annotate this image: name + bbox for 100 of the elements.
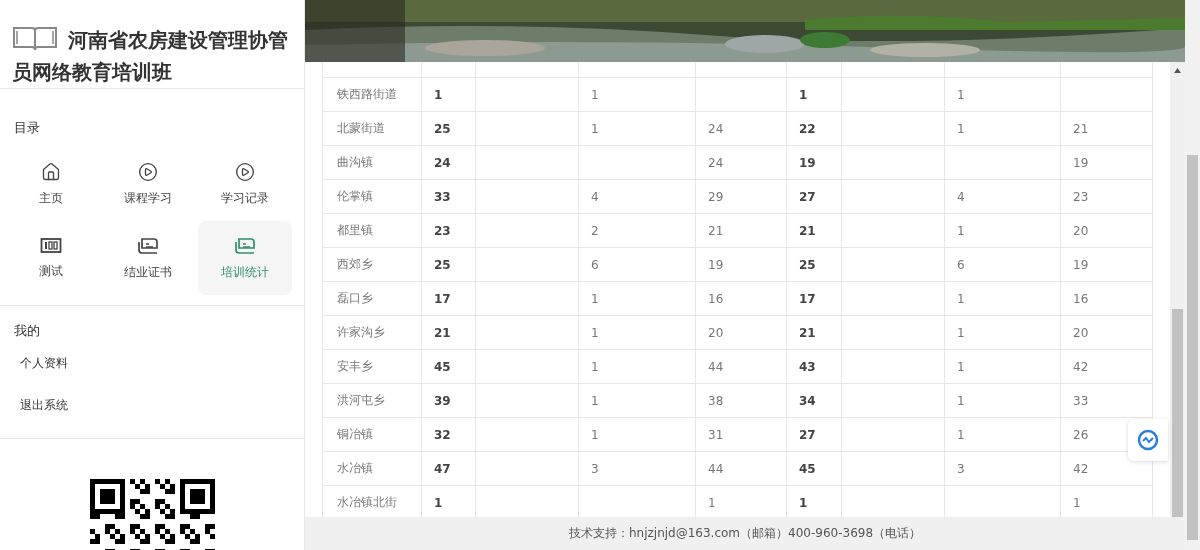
cards-icon (136, 235, 160, 256)
table-cell: 42 (1060, 349, 1153, 384)
assistant-button[interactable] (1128, 419, 1168, 461)
table-cell: 铜冶镇 (322, 417, 422, 452)
table-cell: 44 (695, 349, 787, 384)
table-cell: 24 (695, 111, 787, 146)
table-cell: 1 (578, 315, 696, 350)
section-heading: 目录 (13, 119, 41, 137)
play-icon (138, 161, 158, 182)
table-cell: 水冶镇 (322, 451, 422, 486)
book-icon (12, 24, 58, 52)
table-cell: 曲沟镇 (322, 145, 422, 180)
table-cell: 磊口乡 (322, 281, 422, 316)
table-cell: 19 (695, 247, 787, 282)
table-cell: 33 (1060, 383, 1153, 418)
table-cell: 北蒙街道 (322, 111, 422, 146)
table-cell: 1 (578, 77, 696, 112)
cards-icon (233, 235, 257, 256)
assistant-icon (1137, 429, 1159, 451)
table-cell: 1 (421, 77, 476, 112)
table-cell: 29 (695, 179, 787, 214)
table-cell: 27 (786, 179, 842, 214)
table-cell: 1 (944, 349, 1061, 384)
table-cell: 23 (1060, 179, 1153, 214)
nav-item[interactable]: 主页 (4, 147, 98, 221)
table-cell: 1 (578, 417, 696, 452)
table-cell: 1 (786, 77, 842, 112)
table-cell: 45 (421, 349, 476, 384)
menu-link[interactable]: 个人资料 (0, 342, 304, 384)
play-icon (235, 161, 255, 182)
table-cell: 20 (1060, 315, 1153, 350)
table-cell: 47 (421, 451, 476, 486)
table-cell: 19 (1060, 145, 1153, 180)
menu-link[interactable]: 退出系统 (0, 384, 304, 426)
table-cell: 19 (1060, 247, 1153, 282)
table-cell: 1 (944, 417, 1061, 452)
table-cell: 17 (786, 281, 842, 316)
table-cell: 43 (786, 349, 842, 384)
table-cell: 22 (786, 111, 842, 146)
table-cell: 32 (421, 417, 476, 452)
table-cell: 45 (786, 451, 842, 486)
table-cell: 1 (944, 281, 1061, 316)
table-cell: 19 (786, 145, 842, 180)
table-cell: 1 (578, 111, 696, 146)
table-cell: 6 (944, 247, 1061, 282)
table-cell: 6 (578, 247, 696, 282)
nav-item[interactable]: 培训统计 (198, 221, 292, 295)
scrollbar[interactable] (1185, 0, 1200, 550)
table-cell: 1 (578, 281, 696, 316)
table-cell: 1 (578, 383, 696, 418)
table-cell: 25 (421, 111, 476, 146)
nav-item[interactable]: 课程学习 (101, 147, 195, 221)
table-cell: 21 (786, 315, 842, 350)
table-cell: 34 (786, 383, 842, 418)
table-cell: 许家沟乡 (322, 315, 422, 350)
table-cell: 20 (1060, 213, 1153, 248)
table-cell: 1 (944, 213, 1061, 248)
table-cell: 4 (944, 179, 1061, 214)
table-cell: 25 (421, 247, 476, 282)
table-cell: 38 (695, 383, 787, 418)
table-cell: 27 (786, 417, 842, 452)
table-cell: 23 (421, 213, 476, 248)
table-cell: 1 (578, 349, 696, 384)
table-cell: 21 (421, 315, 476, 350)
table-cell: 25 (786, 247, 842, 282)
table-cell: 3 (944, 451, 1061, 486)
table-cell: 西郊乡 (322, 247, 422, 282)
table-cell: 4 (578, 179, 696, 214)
table-cell: 伦掌镇 (322, 179, 422, 214)
scroll-up-arrow-icon[interactable] (1174, 68, 1181, 73)
table-cell: 铁西路街道 (322, 77, 422, 112)
table-cell: 24 (695, 145, 787, 180)
table-cell: 21 (786, 213, 842, 248)
nav-item[interactable]: 学习记录 (198, 147, 292, 221)
table-cell: 21 (1060, 111, 1153, 146)
scoreboard-icon (40, 236, 62, 255)
table-cell: 都里镇 (322, 213, 422, 248)
site-title: 河南省农房建设管理协管员网络教育培训班 (12, 24, 294, 88)
table-cell: 洪河屯乡 (322, 383, 422, 418)
nav-item[interactable]: 结业证书 (101, 221, 195, 295)
table-cell: 44 (695, 451, 787, 486)
footer-text: 技术支持：hnjzjnjd@163.com（邮箱）400-960-3698（电话） (568, 525, 922, 542)
table-cell: 1 (944, 315, 1061, 350)
home-icon (41, 161, 61, 182)
table-cell: 安丰乡 (322, 349, 422, 384)
table-cell: 39 (421, 383, 476, 418)
table-cell: 20 (695, 315, 787, 350)
nav-item[interactable]: 测试 (4, 221, 98, 295)
table-cell: 2 (578, 213, 696, 248)
table-cell: 1 (944, 77, 1061, 112)
table-cell: 21 (695, 213, 787, 248)
table-cell: 33 (421, 179, 476, 214)
table-cell: 3 (578, 451, 696, 486)
table-cell: 24 (421, 145, 476, 180)
table-cell: 1 (944, 111, 1061, 146)
table-cell: 17 (421, 281, 476, 316)
section-heading: 我的 (13, 322, 41, 340)
table-cell: 31 (695, 417, 787, 452)
table-cell: 1 (944, 383, 1061, 418)
table-cell: 16 (1060, 281, 1153, 316)
